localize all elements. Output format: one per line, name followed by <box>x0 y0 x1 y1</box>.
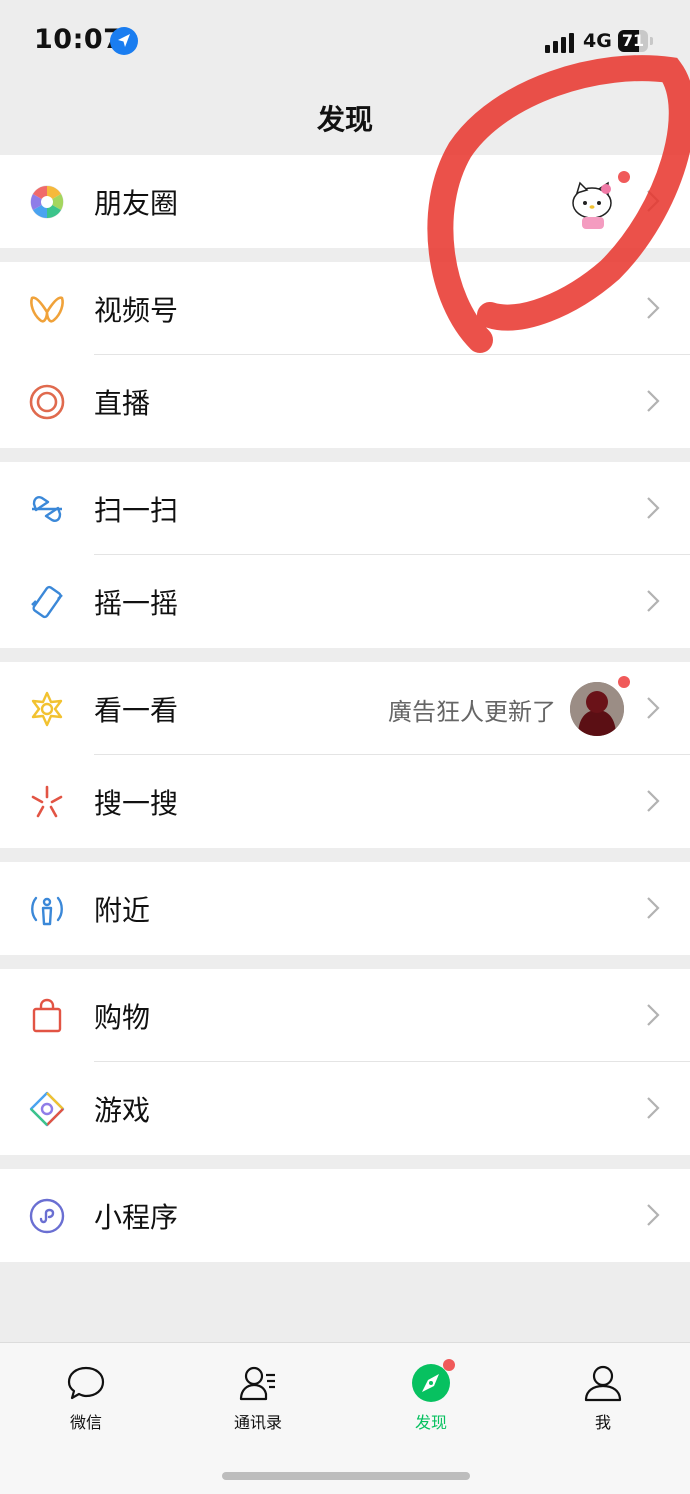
top-stories-icon <box>31 691 63 727</box>
menu-item-label: 视频号 <box>94 294 179 327</box>
chevron-right-icon <box>647 897 660 919</box>
chevron-right-icon <box>647 790 660 812</box>
menu-item-label: 游戏 <box>94 1094 151 1127</box>
section-moments: 朋友圈 <box>0 155 690 248</box>
section-top-stories: 看一看 廣告狂人更新了 搜一搜 <box>0 662 690 848</box>
status-bar: 10:07 4G 71 <box>0 0 690 84</box>
chevron-right-icon <box>647 1204 660 1226</box>
tab-label: 我 <box>594 1413 611 1432</box>
nearby-icon <box>31 896 63 926</box>
chevron-right-icon <box>647 697 660 719</box>
battery-icon: 71 <box>618 30 654 52</box>
tab-label: 微信 <box>69 1413 102 1432</box>
menu-item-mini-programs[interactable]: 小程序 <box>0 1169 690 1262</box>
menu-item-games[interactable]: 游戏 <box>0 1062 690 1155</box>
games-icon <box>29 1091 65 1127</box>
menu-item-label: 摇一摇 <box>94 587 179 620</box>
top-stories-update-text: 廣告狂人更新了 <box>388 698 556 726</box>
section-shopping: 购物 游戏 <box>0 969 690 1155</box>
discover-badge-dot <box>443 1359 455 1371</box>
me-person-icon <box>584 1365 622 1402</box>
tab-label: 通讯录 <box>233 1413 282 1432</box>
scan-icon <box>32 496 62 522</box>
contacts-icon <box>239 1366 275 1401</box>
tab-discover[interactable]: 发现 <box>345 1343 517 1453</box>
chevron-right-icon <box>647 1097 660 1119</box>
battery-percent: 71 <box>621 31 645 50</box>
menu-item-top-stories[interactable]: 看一看 廣告狂人更新了 <box>0 662 690 755</box>
menu-item-search[interactable]: 搜一搜 <box>0 755 690 848</box>
menu-item-label: 看一看 <box>94 694 179 727</box>
chevron-right-icon <box>647 590 660 612</box>
section-nearby: 附近 <box>0 862 690 955</box>
home-indicator[interactable] <box>222 1472 470 1480</box>
chat-bubble-icon <box>67 1366 105 1400</box>
menu-item-label: 扫一扫 <box>94 494 179 527</box>
tab-contacts[interactable]: 通讯录 <box>172 1343 344 1453</box>
chevron-right-icon <box>647 190 660 212</box>
tab-me[interactable]: 我 <box>517 1343 689 1453</box>
chevron-right-icon <box>647 497 660 519</box>
moments-aperture-icon <box>30 185 64 219</box>
menu-item-label: 搜一搜 <box>94 787 179 820</box>
network-type: 4G <box>583 30 612 52</box>
menu-item-label: 购物 <box>94 1001 151 1034</box>
section-scan: 扫一扫 摇一摇 <box>0 462 690 648</box>
menu-item-label: 朋友圈 <box>94 187 179 220</box>
live-icon <box>29 384 65 420</box>
top-stories-badge-dot <box>618 676 630 688</box>
page-title: 发现 <box>316 103 373 136</box>
mini-program-icon <box>29 1198 65 1234</box>
menu-item-live[interactable]: 直播 <box>0 355 690 448</box>
search-icon <box>31 785 63 818</box>
moments-badge-dot <box>618 171 630 183</box>
chevron-right-icon <box>647 390 660 412</box>
chevron-right-icon <box>647 1004 660 1026</box>
tab-chats[interactable]: 微信 <box>0 1343 172 1453</box>
chevron-right-icon <box>647 297 660 319</box>
menu-item-channels[interactable]: 视频号 <box>0 262 690 355</box>
top-stories-avatar <box>570 682 624 736</box>
menu-item-shake[interactable]: 摇一摇 <box>0 555 690 648</box>
section-mini-programs: 小程序 <box>0 1169 690 1262</box>
menu-item-label: 附近 <box>94 894 151 927</box>
menu-item-shopping[interactable]: 购物 <box>0 969 690 1062</box>
location-arrow-icon <box>110 27 138 55</box>
channels-icon <box>30 296 64 323</box>
tab-label: 发现 <box>414 1413 447 1432</box>
section-channels: 视频号 直播 <box>0 262 690 448</box>
menu-item-moments[interactable]: 朋友圈 <box>0 155 690 248</box>
menu-item-label: 直播 <box>94 387 151 420</box>
moments-avatar-hello-kitty <box>568 177 620 229</box>
menu-item-scan[interactable]: 扫一扫 <box>0 462 690 555</box>
cellular-signal-icon <box>545 33 574 53</box>
shopping-bag-icon <box>32 998 62 1033</box>
shake-icon <box>31 585 63 619</box>
menu-item-nearby[interactable]: 附近 <box>0 862 690 955</box>
menu-item-label: 小程序 <box>94 1201 179 1234</box>
